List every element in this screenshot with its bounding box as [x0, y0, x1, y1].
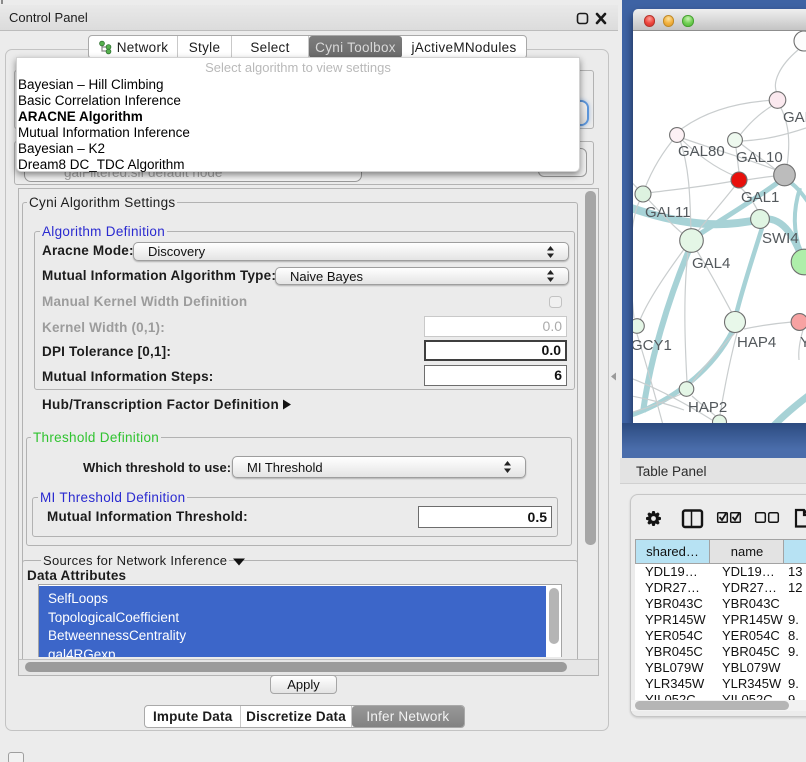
svg-text:GAL7: GAL7 — [783, 109, 806, 126]
svg-text:GAL80: GAL80 — [678, 143, 725, 160]
svg-text:Y: Y — [800, 334, 806, 351]
svg-text:GAL11: GAL11 — [645, 204, 691, 221]
svg-text:SWI4: SWI4 — [762, 230, 799, 247]
svg-text:GAL1: GAL1 — [741, 189, 779, 206]
svg-text:HAP4: HAP4 — [737, 334, 776, 351]
svg-text:GAL4: GAL4 — [692, 255, 730, 272]
svg-text:GAL10: GAL10 — [736, 149, 783, 166]
svg-text:GCY1: GCY1 — [633, 337, 672, 354]
svg-text:HAP2: HAP2 — [688, 399, 727, 416]
